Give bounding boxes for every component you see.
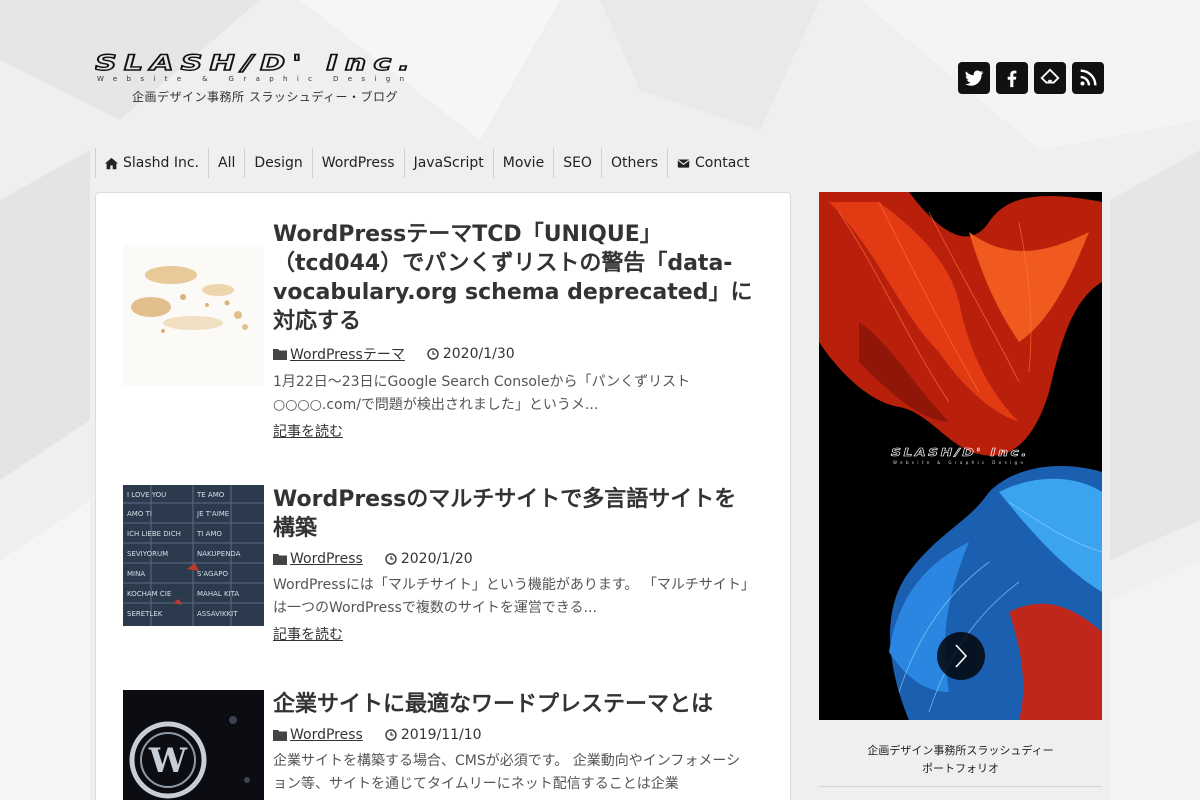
- nav-item-wordpress[interactable]: WordPress: [311, 148, 404, 178]
- date-text: 2019/11/10: [400, 727, 482, 743]
- slider-next-button[interactable]: [937, 632, 985, 680]
- read-more-link[interactable]: 記事を読む: [273, 624, 343, 644]
- post-excerpt: 1月22日～23日にGoogle Search Consoleから「パンくずリス…: [273, 374, 691, 413]
- post-date: 2020/1/30: [427, 346, 515, 362]
- folder-icon: [273, 349, 287, 360]
- nav-item-seo[interactable]: SEO: [553, 148, 601, 178]
- nav-item-label: Slashd Inc.: [123, 155, 200, 171]
- home-icon: [105, 157, 118, 169]
- svg-text:AMO TI: AMO TI: [127, 510, 152, 518]
- svg-text:MAHAL KITA: MAHAL KITA: [197, 590, 239, 598]
- logo-subtext: Website & Graphic Design: [97, 75, 413, 83]
- post-thumbnail[interactable]: I LOVE YOU TE AMO AMO TI JE T'AIME ICH LIE…: [123, 485, 264, 626]
- chevron-right-icon: [955, 644, 968, 668]
- portfolio-slider[interactable]: SLASH/D' Inc. Website & Graphic Design: [819, 192, 1102, 720]
- post-body: 企業サイトに最適なワードプレステーマとは WordPress 2019/11/1…: [273, 690, 753, 796]
- site-tagline: 企画デザイン事務所 スラッシュディー・ブログ: [132, 90, 398, 104]
- slide-logo-subtext: Website & Graphic Design: [893, 460, 1027, 465]
- main-nav: Slashd Inc. All Design WordPress JavaScr…: [95, 148, 758, 178]
- svg-text:W: W: [148, 741, 188, 781]
- date-text: 2020/1/20: [400, 551, 473, 567]
- logo-text: SLASH/D' Inc.: [95, 51, 417, 75]
- svg-text:JE T'AIME: JE T'AIME: [196, 510, 229, 518]
- nav-item-label: All: [218, 155, 236, 171]
- category-link[interactable]: WordPress: [290, 551, 363, 567]
- slider-caption-line: ポートフォリオ: [922, 762, 999, 775]
- post-title[interactable]: WordPressのマルチサイトで多言語サイトを構築: [273, 485, 753, 543]
- svg-text:SEVIYORUM: SEVIYORUM: [127, 550, 168, 558]
- post-meta: WordPress 2020/1/20: [273, 551, 753, 567]
- post-title[interactable]: WordPressテーマTCD「UNIQUE」（tcd044）でパンくずリストの…: [273, 220, 753, 336]
- envelope-icon: [677, 158, 690, 168]
- post-meta: WordPressテーマ 2020/1/30: [273, 344, 753, 364]
- slider-caption: 企画デザイン事務所スラッシュディー ポートフォリオ: [819, 742, 1102, 778]
- nav-item-contact[interactable]: Contact: [667, 148, 758, 178]
- post-body: WordPressテーマTCD「UNIQUE」（tcd044）でパンくずリストの…: [273, 220, 753, 441]
- nav-item-home[interactable]: Slashd Inc.: [95, 148, 208, 178]
- slide-logo-text: SLASH/D' Inc.: [891, 446, 1029, 459]
- folder-icon: [273, 554, 287, 565]
- svg-text:ASSAVIKKIT: ASSAVIKKIT: [197, 610, 238, 618]
- post-excerpt: 企業サイトを構築する場合、CMSが必須です。 企業動向やインフォメーション等、サ…: [273, 753, 741, 792]
- post-date: 2020/1/20: [385, 551, 473, 567]
- folder-icon: [273, 730, 287, 741]
- post-list: WordPressテーマTCD「UNIQUE」（tcd044）でパンくずリストの…: [95, 192, 791, 800]
- post-category: WordPressテーマ: [273, 344, 405, 364]
- post-category: WordPress: [273, 727, 363, 743]
- post-title[interactable]: 企業サイトに最適なワードプレステーマとは: [273, 690, 753, 719]
- svg-text:MINA: MINA: [127, 570, 145, 578]
- nav-item-label: Design: [254, 155, 303, 171]
- nav-item-label: JavaScript: [413, 155, 484, 171]
- sidebar-divider: [819, 786, 1102, 787]
- nav-item-label: SEO: [563, 155, 592, 171]
- post-meta: WordPress 2019/11/10: [273, 727, 753, 743]
- page: SLASH/D' Inc. Website & Graphic Design 企…: [0, 0, 1200, 800]
- svg-text:I LOVE YOU: I LOVE YOU: [127, 491, 166, 499]
- rss-icon[interactable]: [1072, 62, 1104, 94]
- facebook-icon[interactable]: [996, 62, 1028, 94]
- nav-item-javascript[interactable]: JavaScript: [403, 148, 493, 178]
- nav-item-others[interactable]: Others: [600, 148, 667, 178]
- post-excerpt: WordPressには「マルチサイト」という機能があります。 「マルチサイト」は…: [273, 577, 748, 616]
- post-category: WordPress: [273, 551, 363, 567]
- post-date: 2019/11/10: [385, 727, 482, 743]
- nav-item-all[interactable]: All: [208, 148, 244, 178]
- svg-text:SERETLEK: SERETLEK: [127, 610, 163, 618]
- clock-icon: [427, 348, 439, 360]
- nav-item-label: Others: [610, 155, 658, 171]
- svg-text:KOCHAM CIE: KOCHAM CIE: [127, 590, 171, 598]
- nav-item-design[interactable]: Design: [244, 148, 311, 178]
- feedly-icon[interactable]: [1034, 62, 1066, 94]
- clock-icon: [385, 729, 397, 741]
- nav-item-label: Contact: [695, 155, 750, 171]
- svg-text:S'AGAPO: S'AGAPO: [197, 570, 228, 578]
- svg-text:ICH LIEBE DICH: ICH LIEBE DICH: [127, 530, 181, 538]
- post-thumbnail[interactable]: W: [123, 690, 264, 800]
- nav-item-movie[interactable]: Movie: [492, 148, 553, 178]
- twitter-icon[interactable]: [958, 62, 990, 94]
- slider-caption-line: 企画デザイン事務所スラッシュディー: [867, 744, 1054, 757]
- site-logo[interactable]: SLASH/D' Inc. Website & Graphic Design: [95, 50, 425, 86]
- category-link[interactable]: WordPress: [290, 727, 363, 743]
- post-thumbnail[interactable]: [123, 245, 264, 386]
- date-text: 2020/1/30: [442, 346, 515, 362]
- svg-text:NAKUPENDA: NAKUPENDA: [197, 550, 241, 558]
- clock-icon: [385, 553, 397, 565]
- nav-item-label: Movie: [502, 155, 545, 171]
- svg-text:TI AMO: TI AMO: [196, 530, 222, 538]
- svg-text:TE AMO: TE AMO: [196, 491, 225, 499]
- social-links: [958, 62, 1104, 94]
- nav-item-label: WordPress: [321, 155, 395, 171]
- post-body: WordPressのマルチサイトで多言語サイトを構築 WordPress 202…: [273, 485, 753, 644]
- category-link[interactable]: WordPressテーマ: [290, 344, 405, 364]
- read-more-link[interactable]: 記事を読む: [273, 421, 343, 441]
